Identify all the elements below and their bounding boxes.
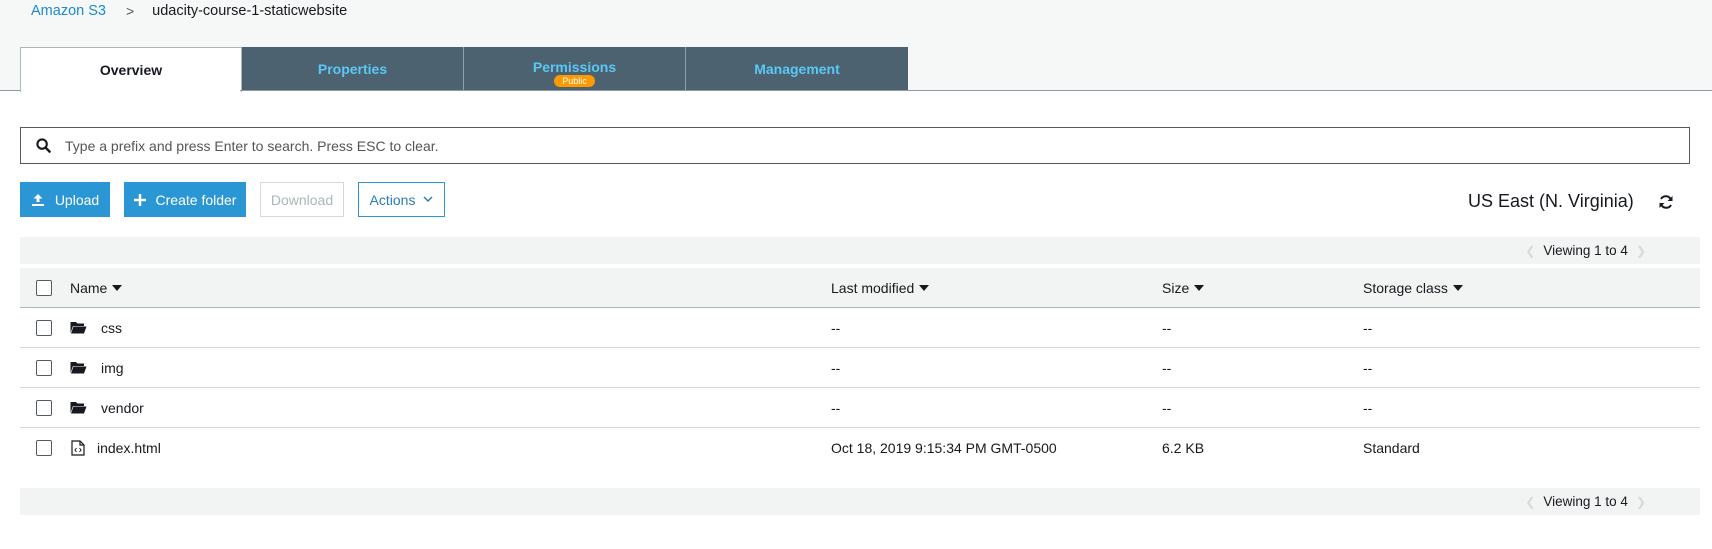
tab-divider [240,90,1712,91]
download-label: Download [270,191,334,208]
storage-class-value: -- [1363,359,1373,376]
storage-class-value: Standard [1363,440,1420,456]
sort-caret-icon [919,284,930,291]
breadcrumb-root-link[interactable]: Amazon S3 [31,3,106,19]
column-header-size[interactable]: Size [1162,268,1205,307]
region-label: US East (N. Virginia) [1468,191,1634,211]
last-modified-value: -- [831,399,841,416]
object-name-link[interactable]: img [101,348,124,387]
object-name-link[interactable]: css [101,308,122,347]
tab-permissions[interactable]: Permissions Public [464,47,686,91]
prev-page-icon[interactable]: ❮ [1525,495,1535,509]
tab-label: Properties [317,61,388,77]
column-header-name[interactable]: Name [70,268,123,307]
viewing-count: Viewing 1 to 4 [1543,494,1628,509]
tab-bar: Overview Properties Permissions Public M… [20,47,908,92]
row-checkbox[interactable] [36,399,52,416]
upload-button[interactable]: Upload [20,182,110,217]
plus-icon [133,193,146,206]
row-checkbox[interactable] [36,319,52,336]
next-page-icon[interactable]: ❯ [1636,495,1646,509]
column-header-last-modified[interactable]: Last modified [831,268,930,307]
row-checkbox[interactable] [36,359,52,376]
create-folder-label: Create folder [155,191,237,208]
folder-icon [70,322,87,334]
size-value: 6.2 KB [1162,440,1205,456]
storage-class-value: -- [1363,399,1373,416]
public-badge: Public [554,75,595,87]
sort-caret-icon [1452,284,1463,291]
chevron-down-icon [423,196,433,202]
sort-caret-icon [112,284,123,291]
breadcrumb: Amazon S3 > udacity-course-1-staticwebsi… [31,3,347,19]
tab-management[interactable]: Management [686,47,908,91]
tab-label: Overview [99,62,163,78]
actions-label: Actions [369,191,416,208]
table-row: img -- -- -- [20,348,1700,388]
search-input[interactable] [65,137,1645,154]
size-value: -- [1162,319,1172,336]
pagination-bar-bottom: ❮ Viewing 1 to 4 ❯ [20,488,1700,515]
table-header: Name Last modified Size Storage class [20,268,1700,308]
object-name-link[interactable]: index.html [97,428,161,468]
viewing-count: Viewing 1 to 4 [1543,243,1628,258]
objects-table: Name Last modified Size Storage class cs… [20,268,1700,468]
last-modified-value: -- [831,319,841,336]
download-button[interactable]: Download [260,182,344,217]
sort-caret-icon [1194,284,1205,291]
pagination-bar-top: ❮ Viewing 1 to 4 ❯ [20,237,1700,264]
upload-icon [31,193,44,206]
table-row: index.html Oct 18, 2019 9:15:34 PM GMT-0… [20,428,1700,468]
upload-label: Upload [54,191,100,208]
html-file-icon [71,440,85,456]
column-header-storage-class[interactable]: Storage class [1363,268,1463,307]
tab-overview[interactable]: Overview [20,47,242,92]
size-value: -- [1162,399,1172,416]
folder-icon [70,362,87,374]
tab-label: Permissions [532,59,617,75]
search-icon [21,138,65,153]
size-value: -- [1162,359,1172,376]
select-all-checkbox[interactable] [36,279,52,296]
search-box [20,127,1690,164]
last-modified-value: Oct 18, 2019 9:15:34 PM GMT-0500 [831,440,1057,456]
breadcrumb-current-bucket: udacity-course-1-staticwebsite [152,3,348,19]
prev-page-icon[interactable]: ❮ [1525,244,1535,258]
actions-dropdown[interactable]: Actions [358,182,445,217]
last-modified-value: -- [831,359,841,376]
next-page-icon[interactable]: ❯ [1636,244,1646,258]
tab-divider [0,90,20,91]
object-name-link[interactable]: vendor [101,388,144,427]
folder-icon [70,402,87,414]
create-folder-button[interactable]: Create folder [124,182,246,217]
table-row: css -- -- -- [20,308,1700,348]
row-checkbox[interactable] [36,440,52,456]
storage-class-value: -- [1363,319,1373,336]
tab-properties[interactable]: Properties [242,47,464,91]
refresh-icon[interactable] [1658,194,1674,213]
table-row: vendor -- -- -- [20,388,1700,428]
breadcrumb-separator: > [125,3,135,19]
tab-label: Management [754,61,840,77]
